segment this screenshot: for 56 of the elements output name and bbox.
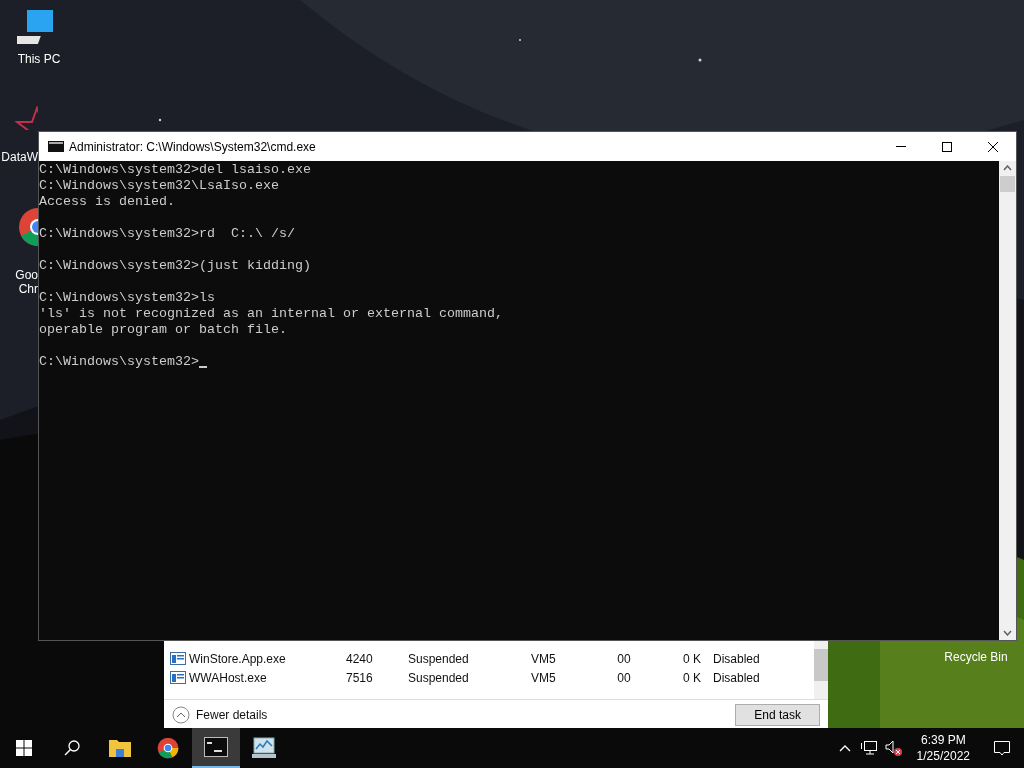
minimize-icon: [896, 146, 906, 147]
table-cell-text: VM5: [531, 650, 557, 668]
icon-label: This PC: [17, 52, 61, 66]
terminal-icon: [204, 737, 228, 757]
table-cell-text: 0 K: [682, 669, 702, 687]
table-cell-text: Disabled: [712, 650, 760, 668]
icon-label: Recycle Bin: [944, 649, 1008, 666]
text-cursor: [198, 366, 207, 368]
table-cell-text: Disabled: [712, 669, 760, 687]
search-icon: [64, 740, 80, 756]
table-cell-text: VM5: [531, 669, 557, 687]
clock[interactable]: 6:39 PM 1/25/2022: [906, 732, 980, 764]
close-icon: [988, 141, 998, 152]
console-line: C:\Windows\system32>del lsaiso.exe: [39, 162, 311, 178]
chrome-icon: [156, 736, 180, 760]
table-cell-text: 0 K: [682, 650, 702, 668]
table-cell-text: 4240: [346, 650, 374, 668]
icon-label: DataW: [1, 150, 38, 164]
console-line: C:\Windows\system32>(just kidding): [39, 258, 311, 274]
console-line: C:\Windows\system32>ls: [39, 290, 215, 306]
chevron-up-icon: [1003, 165, 1012, 171]
console-line: C:\Windows\system32>rd C:.\ /s/: [39, 226, 295, 242]
fewer-details-link[interactable]: Fewer details: [196, 706, 268, 724]
table-cell-text: 00: [616, 650, 632, 668]
table-cell-text: 7516: [346, 669, 374, 687]
process-name: WinStore.App.exe: [189, 650, 286, 668]
console-line: operable program or batch file.: [39, 322, 287, 338]
end-task-button[interactable]: End task: [735, 704, 820, 726]
folder-icon: [108, 738, 132, 758]
scroll-thumb[interactable]: [1000, 176, 1015, 192]
window-icon: [170, 652, 186, 665]
notification-icon[interactable]: [994, 740, 1010, 756]
icon-label: Goo Chr: [14, 268, 38, 296]
terminal-icon: [48, 141, 64, 152]
window-icon: [170, 671, 186, 684]
network-icon[interactable]: [860, 741, 877, 755]
scroll-thumb[interactable]: [814, 649, 828, 681]
console-line: C:\Windows\system32\LsaIso.exe: [39, 178, 279, 194]
chevron-down-icon: [1003, 630, 1012, 636]
table-cell-text: 00: [616, 669, 632, 687]
window-title: Administrator: C:\Windows\System32\cmd.exe: [69, 138, 316, 156]
table-cell-text: Suspended: [408, 650, 470, 668]
console-line: C:\Windows\system32>: [39, 354, 199, 370]
scrollbar[interactable]: [814, 641, 828, 699]
scrollbar[interactable]: [999, 161, 1016, 640]
clock-date: 1/25/2022: [916, 748, 970, 764]
muted-speaker-icon[interactable]: [884, 740, 903, 756]
monitor-chart-icon: [251, 737, 277, 759]
taskbar-app[interactable]: [192, 728, 240, 768]
console-line: Access is denied.: [39, 194, 175, 210]
table-cell-text: Suspended: [408, 669, 470, 687]
clock-time: 6:39 PM: [920, 732, 966, 748]
console-line: 'ls' is not recognized as an internal or external command,: [39, 306, 503, 322]
process-name: WWAHost.exe: [189, 669, 267, 687]
maximize-icon: [942, 141, 952, 152]
windows-icon: [16, 740, 32, 756]
